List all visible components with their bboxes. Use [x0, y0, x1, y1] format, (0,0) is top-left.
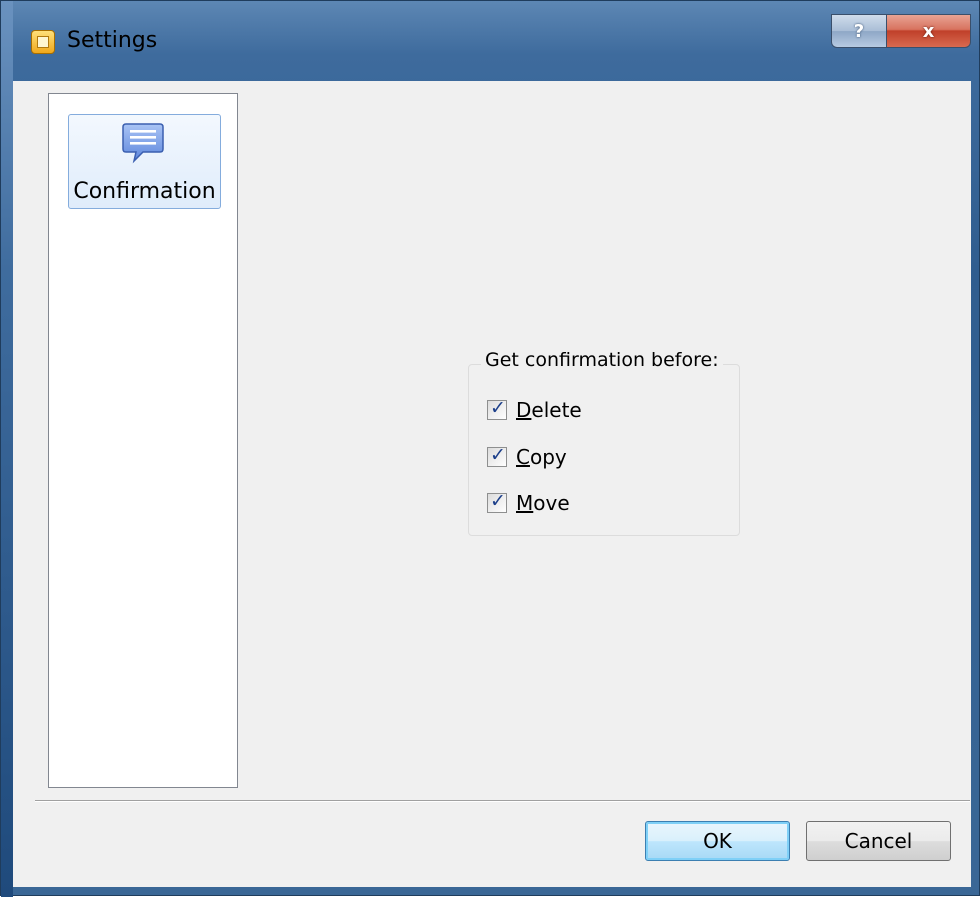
copy-checkbox-label[interactable]: Copy: [516, 445, 567, 469]
move-checkbox-label[interactable]: Move: [516, 491, 570, 515]
check-icon: ✓: [490, 490, 506, 512]
ok-button[interactable]: OK: [645, 821, 790, 861]
help-icon: ?: [853, 20, 865, 42]
delete-checkbox[interactable]: ✓: [487, 397, 507, 420]
app-icon: [31, 30, 55, 54]
help-button[interactable]: ?: [831, 14, 887, 48]
settings-category-list: Confirmation: [48, 93, 238, 788]
window-frame-left: [1, 1, 13, 897]
settings-dialog: Settings ? x Confirmation Get confirmati…: [0, 0, 980, 897]
move-checkbox-row[interactable]: ✓ Move: [487, 491, 570, 515]
close-button[interactable]: x: [886, 14, 971, 48]
check-icon: ✓: [490, 397, 506, 419]
speech-bubble-icon: [122, 123, 164, 164]
title-bar[interactable]: Settings ? x: [1, 1, 980, 81]
category-item-label: Confirmation: [73, 179, 216, 204]
check-icon: ✓: [490, 444, 506, 466]
copy-checkbox-row[interactable]: ✓ Copy: [487, 445, 567, 469]
confirmation-group-label: Get confirmation before:: [481, 349, 723, 371]
delete-checkbox-label[interactable]: Delete: [516, 398, 582, 422]
close-icon: x: [922, 20, 935, 42]
dialog-client-area: Confirmation Get confirmation before: ✓ …: [13, 81, 971, 887]
button-separator: [35, 800, 970, 802]
window-title: Settings: [67, 28, 158, 53]
delete-checkbox-row[interactable]: ✓ Delete: [487, 398, 582, 422]
category-item-confirmation[interactable]: Confirmation: [68, 114, 221, 209]
cancel-button[interactable]: Cancel: [806, 821, 951, 861]
copy-checkbox[interactable]: ✓: [487, 444, 507, 467]
move-checkbox[interactable]: ✓: [487, 490, 507, 513]
